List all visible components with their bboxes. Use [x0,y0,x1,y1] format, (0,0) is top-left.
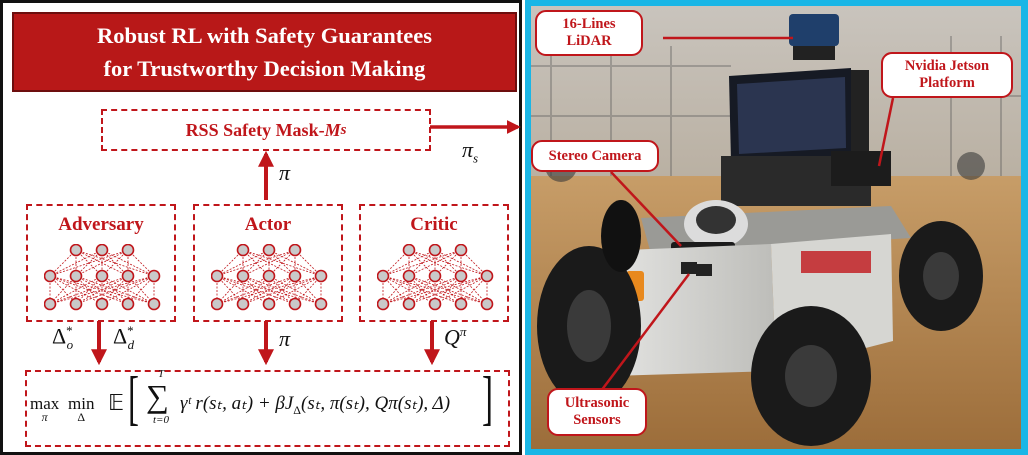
lidar-sensor-shape [789,14,839,46]
stereo-camera-callout: Stereo Camera [531,140,659,172]
ultrasonic-callout-line-1: Ultrasonic [564,395,630,411]
formula-min: min Δ [68,394,94,425]
formula-expectation: 𝔼 [108,390,125,415]
delta-o-label: Δ*o [52,323,73,353]
objective-formula: max π min Δ 𝔼 [ T ∑ t=0 γᵗ r(sₜ, aₜ) + β… [30,368,500,438]
stereo-camera-callout-text: Stereo Camera [548,147,642,164]
delta-d-label: Δ*d [113,323,134,353]
figure-root: Robust RL with Safety Guarantees for Tru… [0,0,1028,455]
lidar-callout: 16-Lines LiDAR [535,10,643,56]
lidar-callout-line-1: 16-Lines [562,16,616,32]
delta-d-symbol: Δ [113,323,128,349]
pi-label-top: π [279,160,291,185]
q-pi-label: Qπ [444,324,466,350]
formula-body: γᵗ r(sₜ, aₜ) + βJΔ(sₜ, π(sₜ), Qπ(sₜ), Δ) [180,392,450,418]
pi-s-subscript: s [473,150,479,166]
delta-o-symbol: Δ [52,323,67,349]
formula-body-text: γᵗ r(sₜ, aₜ) + βJ [180,393,294,414]
lidar-callout-line-2: LiDAR [566,33,612,49]
jetson-callout: Nvidia Jetson Platform [881,52,1013,98]
formula-args: (sₜ, π(sₜ), Qπ(sₜ), Δ) [301,393,451,414]
formula-max: max π [30,394,59,425]
delta-o-subscript: o [66,336,74,352]
formula-sum-sign: ∑ [146,378,169,414]
q-superscript: π [459,324,467,339]
formula-bracket-right: ] [482,365,493,431]
formula-body-subscript: Δ [293,402,302,417]
pi-s-label: πs [462,137,478,166]
jetson-callout-line-1: Nvidia Jetson [904,58,990,74]
delta-o-star: * [66,323,73,338]
pi-label-bottom: π [279,326,291,351]
jetson-callout-line-2: Platform [919,75,975,91]
pi-s-symbol: π [462,137,474,162]
q-symbol: Q [444,324,460,350]
ultrasonic-callout: Ultrasonic Sensors [547,388,647,436]
ultrasonic-callout-line-2: Sensors [573,412,621,428]
robot-photo-panel: 16-Lines LiDAR Nvidia Jetson Platform St… [525,0,1028,455]
formula-sum-lower: t=0 [153,414,169,426]
delta-d-star: * [127,323,134,338]
formula-bracket-left: [ [128,365,139,431]
delta-d-subscript: d [127,336,135,352]
